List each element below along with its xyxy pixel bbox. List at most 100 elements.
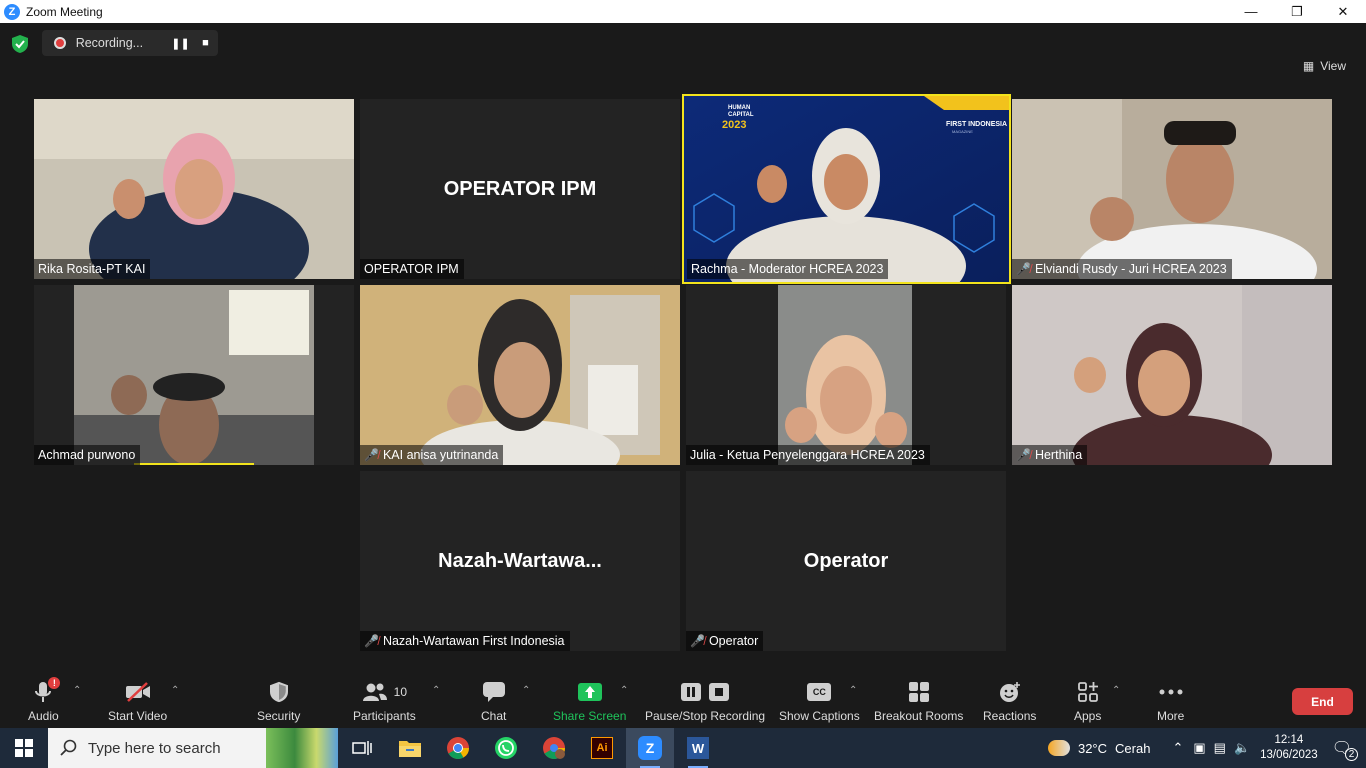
breakout-rooms-button[interactable]: Breakout Rooms — [874, 679, 963, 723]
more-label: More — [1157, 709, 1185, 723]
participant-video: HUMAN CAPITAL 2023 FIRST INDONESIA MAGAZ… — [684, 96, 1009, 282]
weather-description[interactable]: Cerah — [1115, 741, 1150, 756]
participant-tile[interactable]: 🎤̸ Elviandi Rusdy - Juri HCREA 2023 — [1012, 99, 1332, 279]
pause-stop-recording-button[interactable]: Pause/Stop Recording — [645, 679, 765, 723]
encryption-shield-icon[interactable] — [12, 35, 28, 53]
share-options-caret-icon[interactable]: ⌃ — [620, 685, 628, 696]
view-button[interactable]: ▦ View — [1303, 59, 1346, 73]
chrome-icon — [447, 737, 469, 759]
end-meeting-button[interactable]: End — [1292, 688, 1353, 715]
apps-button[interactable]: Apps — [1074, 679, 1101, 723]
breakout-rooms-grid-icon — [908, 682, 929, 702]
chat-button[interactable]: Chat — [481, 679, 506, 723]
participants-options-caret-icon[interactable]: ⌃ — [432, 685, 440, 696]
taskbar-chrome[interactable] — [434, 728, 482, 768]
grid-icon: ▦ — [1302, 59, 1315, 73]
muted-mic-icon: 🎤̸ — [364, 448, 379, 462]
taskbar-whatsapp[interactable] — [482, 728, 530, 768]
more-button[interactable]: More — [1157, 679, 1184, 723]
whatsapp-icon — [495, 737, 517, 759]
participant-name: Operator — [708, 634, 759, 648]
meet-now-icon[interactable]: ▣ — [1193, 740, 1205, 756]
zoom-app-icon: Z — [638, 736, 662, 760]
participant-tile[interactable]: Achmad purwono — [34, 285, 354, 465]
taskbar-word[interactable]: W — [674, 728, 722, 768]
participant-tile[interactable]: Nazah-Wartawa... 🎤̸ Nazah-Wartawan First… — [360, 471, 680, 651]
video-off-icon — [125, 682, 150, 702]
pause-recording-icon[interactable]: ❚❚ — [168, 37, 193, 50]
participant-name: Nazah-Wartawan First Indonesia — [382, 634, 565, 648]
participant-tile-active-speaker[interactable]: HUMAN CAPITAL 2023 FIRST INDONESIA MAGAZ… — [682, 94, 1011, 284]
window-titlebar: Z Zoom Meeting — ❐ ✕ — [0, 0, 1366, 23]
pause-icon — [681, 683, 702, 701]
audio-button[interactable]: ! Audio — [28, 677, 61, 723]
show-captions-button[interactable]: CC Show Captions — [779, 679, 860, 723]
captions-options-caret-icon[interactable]: ⌃ — [849, 685, 857, 696]
meeting-controls-toolbar: ! Audio ⌃ Start Video ⌃ Security 10 Part… — [0, 673, 1366, 728]
participant-nametag: Julia - Ketua Penyelenggara HCREA 2023 — [686, 445, 930, 465]
security-shield-icon — [269, 681, 288, 703]
clock-date: 13/06/2023 — [1260, 749, 1318, 761]
participant-name: KAI anisa yutrinanda — [382, 448, 499, 462]
video-options-caret-icon[interactable]: ⌃ — [171, 685, 179, 696]
recording-dot-icon — [54, 37, 66, 49]
task-view-icon — [352, 741, 372, 755]
taskbar-file-explorer[interactable] — [386, 728, 434, 768]
pause-stop-recording-label: Pause/Stop Recording — [645, 709, 766, 723]
recording-label: Recording... — [75, 36, 144, 50]
minimize-button[interactable]: — — [1228, 0, 1274, 23]
volume-icon[interactable]: 🔈 — [1234, 740, 1250, 756]
participant-video — [1012, 99, 1332, 279]
search-placeholder: Type here to search — [88, 739, 221, 757]
network-icon[interactable]: ▤ — [1214, 740, 1226, 756]
taskbar-search-box[interactable]: Type here to search — [48, 728, 338, 768]
participant-nametag: Rachma - Moderator HCREA 2023 — [687, 259, 889, 279]
participant-tile[interactable]: Operator 🎤̸ Operator — [686, 471, 1006, 651]
participant-tile[interactable]: Rika Rosita-PT KAI — [34, 99, 354, 279]
share-screen-label: Share Screen — [553, 709, 627, 723]
windows-start-button[interactable] — [0, 728, 48, 768]
window-title: Zoom Meeting — [26, 4, 103, 19]
zoom-logo-icon: Z — [4, 3, 20, 20]
participant-tile[interactable]: Julia - Ketua Penyelenggara HCREA 2023 — [686, 285, 1006, 465]
task-view-button[interactable] — [338, 728, 386, 768]
weather-cloud-sun-icon[interactable] — [1047, 740, 1070, 756]
participant-name: OPERATOR IPM — [364, 262, 459, 276]
breakout-rooms-label: Breakout Rooms — [874, 709, 964, 723]
windows-taskbar: Type here to search Ai Z W 32°C Cerah ⌃ … — [0, 728, 1366, 768]
start-video-button[interactable]: Start Video — [108, 679, 167, 723]
participant-video — [686, 285, 1006, 465]
participant-name: Rika Rosita-PT KAI — [38, 262, 146, 276]
share-screen-arrow-icon — [577, 683, 602, 701]
stop-recording-icon[interactable]: ■ — [193, 37, 218, 49]
participants-label: Participants — [353, 709, 416, 723]
apps-label: Apps — [1074, 709, 1102, 723]
participant-tile[interactable]: OPERATOR IPM OPERATOR IPM — [360, 99, 680, 279]
security-button[interactable]: Security — [257, 679, 300, 723]
taskbar-clock[interactable]: 12:14 13/06/2023 — [1260, 733, 1318, 763]
apps-icon — [1077, 682, 1098, 702]
participant-name: Rachma - Moderator HCREA 2023 — [691, 262, 884, 276]
muted-mic-icon: 🎤̸ — [364, 634, 379, 648]
file-explorer-folder-icon — [399, 741, 421, 757]
participants-button[interactable]: 10 Participants — [353, 679, 416, 723]
taskbar-chrome-profile[interactable] — [530, 728, 578, 768]
close-button[interactable]: ✕ — [1320, 0, 1366, 23]
reactions-button[interactable]: Reactions — [983, 679, 1036, 723]
show-hidden-icons-chevron-icon[interactable]: ⌃ — [1172, 740, 1183, 756]
audio-options-caret-icon[interactable]: ⌃ — [73, 685, 81, 696]
notifications-icon[interactable]: 🗨 2 — [1332, 738, 1358, 761]
participant-name: Achmad purwono — [38, 448, 136, 462]
taskbar-illustrator[interactable]: Ai — [578, 728, 626, 768]
chat-options-caret-icon[interactable]: ⌃ — [522, 685, 530, 696]
apps-options-caret-icon[interactable]: ⌃ — [1112, 685, 1120, 696]
restore-button[interactable]: ❐ — [1274, 0, 1320, 23]
taskbar-zoom[interactable]: Z — [626, 728, 674, 768]
participant-display-name: Nazah-Wartawa... — [438, 549, 602, 572]
participant-tile[interactable]: 🎤̸ KAI anisa yutrinanda — [360, 285, 680, 465]
participants-count: 10 — [393, 685, 408, 699]
share-screen-button[interactable]: Share Screen — [553, 679, 626, 723]
participant-tile[interactable]: 🎤̸ Herthina — [1012, 285, 1332, 465]
participant-name: Julia - Ketua Penyelenggara HCREA 2023 — [690, 448, 925, 462]
weather-temperature[interactable]: 32°C — [1078, 741, 1107, 756]
